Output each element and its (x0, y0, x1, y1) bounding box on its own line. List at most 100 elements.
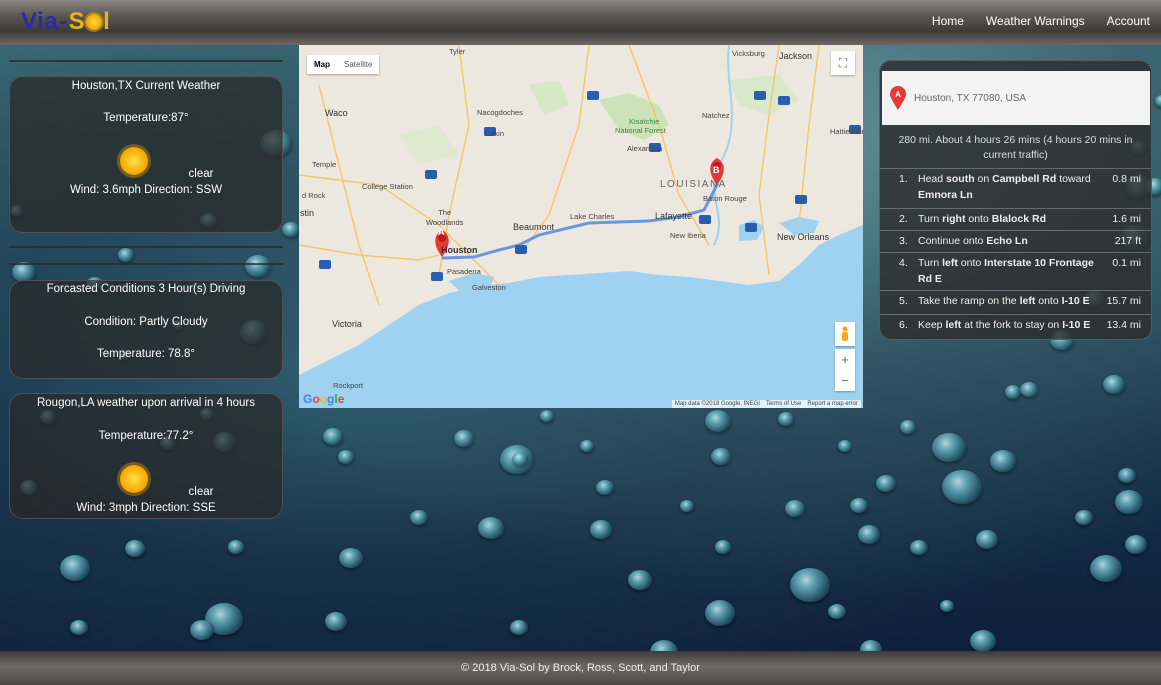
map-tab-satellite[interactable]: Satellite (337, 55, 379, 74)
step-distance: 1.6 mi (1112, 213, 1141, 225)
google-logo: Google (303, 392, 345, 406)
water-drop (1155, 95, 1161, 107)
water-drop (125, 540, 145, 557)
current-condition: clear (188, 168, 214, 180)
water-drop (910, 540, 928, 555)
water-drop (932, 433, 966, 462)
water-drop (705, 600, 735, 626)
step-distance: 15.7 mi (1106, 295, 1141, 307)
direction-step[interactable]: 5. Take the ramp on the left onto I-10 E 1… (880, 290, 1151, 314)
step-instruction: Head south on Campbell Rd toward Emnora … (918, 173, 1091, 201)
water-drop (323, 428, 343, 445)
logo-text-via: Via (21, 8, 59, 35)
arrival-wind: Wind: 3mph Direction: SSE (76, 502, 216, 514)
map-label-nacogdoches: Nacogdoches (477, 108, 523, 117)
map-label-beaumont: Beaumont (513, 222, 555, 232)
nav-weather-warnings-link[interactable]: Weather Warnings (986, 14, 1085, 28)
map-label-jackson: Jackson (779, 51, 813, 61)
zoom-in-button[interactable]: + (835, 349, 855, 370)
water-drop (790, 568, 830, 602)
nav-account-link[interactable]: Account (1107, 14, 1150, 28)
water-drop (512, 452, 528, 466)
water-drop (828, 604, 846, 619)
direction-step[interactable]: 6. Keep left at the fork to stay on I-10 … (880, 314, 1151, 338)
map-label-the-woodlands: The Woodlands (426, 208, 464, 227)
route-summary: 280 mi. About 4 hours 26 mins (4 hours 2… (898, 134, 1133, 161)
map-label-new-iberia: New Iberia (670, 231, 706, 240)
map-label-lufkin: Lufkin (484, 129, 505, 138)
divider (9, 246, 283, 248)
logo-text-s: S (68, 8, 86, 35)
water-drop (1020, 382, 1038, 397)
water-drop (540, 410, 554, 422)
terms-of-use-link[interactable]: Terms of Use (766, 401, 801, 407)
step-number: 5. (899, 295, 908, 307)
route-map[interactable]: Tyler Vicksburg Jackson Waco Nacogdoches… (299, 45, 863, 408)
step-instruction: Keep left at the fork to stay on I-10 E (918, 319, 1091, 331)
footer-copyright: © 2018 Via-Sol by Brock, Ross, Scott, an… (461, 662, 700, 674)
fullscreen-button[interactable]: ⛶ (831, 51, 855, 75)
main-nav: Home Weather Warnings Account (932, 14, 1150, 28)
map-label-houston: Houston (441, 245, 478, 255)
map-label-college-station: College Station (362, 182, 413, 191)
arrival-temperature: Temperature:77.2° (98, 430, 194, 442)
forecast-condition: Condition: Partly Cloudy (84, 316, 208, 328)
direction-step[interactable]: 1. Head south on Campbell Rd toward Emnor… (880, 168, 1151, 208)
water-drop (338, 450, 354, 464)
map-label-victoria: Victoria (332, 319, 362, 329)
water-drop (711, 448, 731, 465)
arrival-title: Rougon,LA weather upon arrival in 4 hour… (36, 397, 255, 409)
water-drop (838, 440, 852, 452)
water-drop (1103, 375, 1125, 394)
current-wind: Wind: 3.6mph Direction: SSW (69, 184, 223, 196)
map-label-natchez: Natchez (702, 111, 730, 120)
step-number: 3. (899, 235, 908, 247)
step-number: 6. (899, 319, 908, 331)
water-drop (454, 430, 474, 447)
map-attribution: Map data ©2018 Google, INEGI Terms of Us… (671, 400, 861, 408)
nav-home-link[interactable]: Home (932, 14, 964, 28)
map-label-alexandria: Alexandria (627, 144, 663, 153)
origin-address[interactable]: A Houston, TX 77080, USA (882, 71, 1150, 125)
water-drop (705, 410, 731, 432)
water-drop (876, 475, 896, 492)
map-label-temple: Temple (312, 160, 337, 169)
forecast-panel: Forcasted Conditions 3 Hour(s) Driving C… (9, 280, 283, 379)
zoom-control: + − (835, 349, 855, 391)
svg-text:A: A (895, 90, 901, 99)
map-label-lake-charles: Lake Charles (570, 212, 615, 221)
water-drop (190, 620, 214, 640)
water-drop (118, 248, 134, 262)
arrival-condition: clear (188, 486, 214, 498)
water-drop (596, 480, 614, 495)
water-drop (850, 498, 868, 513)
zoom-out-button[interactable]: − (835, 370, 855, 391)
report-map-error-link[interactable]: Report a map error (807, 401, 858, 407)
direction-step[interactable]: 4. Turn left onto Interstate 10 Frontage … (880, 252, 1151, 290)
map-label-vicksburg: Vicksburg (732, 49, 765, 58)
step-instruction: Continue onto Echo Ln (918, 235, 1028, 247)
fullscreen-icon: ⛶ (838, 55, 848, 70)
step-instruction: Turn left onto Interstate 10 Frontage Rd… (918, 257, 1094, 285)
street-view-pegman[interactable] (835, 322, 855, 346)
direction-step[interactable]: 2. Turn right onto Blalock Rd 1.6 mi (880, 208, 1151, 230)
via-sol-logo[interactable]: Via - S l (21, 8, 110, 36)
water-drop (410, 510, 428, 525)
water-drop (1115, 490, 1143, 514)
marker-a-icon: A (890, 86, 906, 110)
water-drop (510, 620, 528, 635)
step-number: 2. (899, 213, 908, 225)
map-tab-map[interactable]: Map (307, 55, 337, 74)
map-label-tyler: Tyler (449, 47, 466, 56)
map-label-hattiesburg: Hattiesburg (830, 127, 863, 136)
map-label-national-forest: National Forest (615, 126, 666, 135)
step-instruction: Take the ramp on the left onto I-10 E (918, 295, 1090, 307)
water-drop (282, 222, 300, 237)
step-number: 4. (899, 257, 908, 269)
map-type-tabs: Map Satellite (307, 55, 380, 74)
water-drop (858, 525, 880, 544)
logo-text-l: l (103, 8, 111, 35)
water-drop (580, 440, 594, 452)
direction-step[interactable]: 3. Continue onto Echo Ln 217 ft (880, 230, 1151, 252)
water-drop (590, 520, 612, 539)
